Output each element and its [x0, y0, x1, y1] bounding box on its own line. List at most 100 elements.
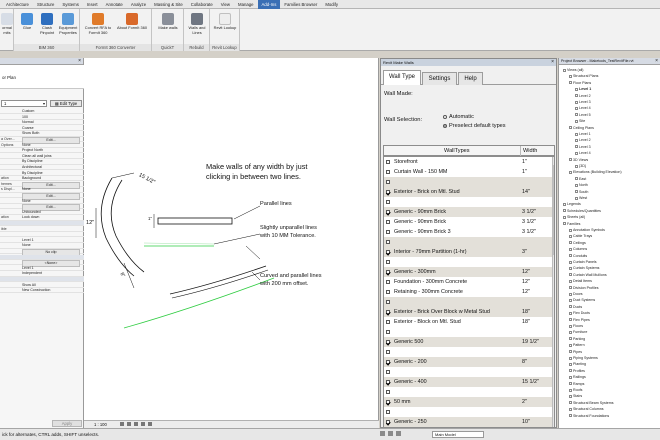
walltype-checkbox[interactable] — [386, 190, 390, 194]
walltype-checkbox[interactable] — [386, 220, 390, 224]
walltype-checkbox[interactable] — [386, 310, 390, 314]
edit-type-button[interactable]: ▦ Edit Type — [50, 100, 82, 107]
column-header-width[interactable]: Width — [523, 146, 537, 156]
property-value[interactable]: Show All — [22, 283, 82, 288]
walltype-row[interactable] — [384, 197, 554, 207]
browser-node[interactable]: Level 1 — [575, 87, 591, 91]
browser-node[interactable]: Conduits — [569, 254, 587, 258]
tree-toggle-icon[interactable] — [569, 337, 572, 341]
property-value[interactable]: Project North — [22, 148, 82, 153]
browser-node[interactable]: West — [575, 196, 587, 200]
walltype-row[interactable] — [384, 367, 554, 377]
walltype-checkbox[interactable] — [386, 260, 390, 264]
tree-toggle-icon[interactable] — [575, 151, 578, 155]
walls-and-lines-button[interactable]: Walls and Lines — [186, 11, 208, 42]
browser-node[interactable]: Site — [575, 119, 585, 123]
tree-toggle-icon[interactable] — [569, 414, 572, 418]
tree-toggle-icon[interactable] — [569, 170, 572, 174]
ribbon-button-partial[interactable]: ormal mits — [0, 11, 14, 42]
property-value[interactable]: Show Both — [22, 131, 82, 136]
ribbon-tab[interactable]: Structure — [33, 0, 58, 9]
walltype-checkbox[interactable] — [386, 370, 390, 374]
browser-node[interactable]: Annotation Symbols — [569, 228, 605, 232]
tree-toggle-icon[interactable] — [575, 190, 578, 194]
browser-node[interactable]: Doors — [569, 292, 583, 296]
close-icon[interactable]: × — [78, 58, 81, 65]
tree-toggle-icon[interactable] — [563, 68, 566, 72]
browser-node[interactable]: Level 4 — [575, 151, 591, 155]
browser-node[interactable]: Detail Items — [569, 279, 592, 283]
walltype-row[interactable]: Exterior - Brick on Mtl. Stud 14" — [384, 187, 554, 197]
browser-node[interactable]: Duct Systems — [569, 298, 595, 302]
browser-node[interactable]: Cable Trays — [569, 234, 592, 238]
radio-preselect[interactable]: Preselect default types — [443, 123, 506, 129]
ribbon-tab[interactable]: Architecture — [2, 0, 33, 9]
walltype-checkbox[interactable] — [386, 240, 390, 244]
property-value[interactable]: By Discipline — [22, 171, 82, 176]
filter-icon[interactable] — [396, 431, 401, 436]
browser-node[interactable]: Roofs — [569, 388, 582, 392]
property-value[interactable]: Level 1 — [22, 238, 82, 243]
convert-rfa-button[interactable]: Convert RFA to FormIt 360 — [83, 11, 113, 42]
ribbon-tab[interactable]: Massing & Site — [150, 0, 187, 9]
ribbon-tab[interactable]: Add-Ins — [257, 0, 281, 9]
tree-toggle-icon[interactable] — [569, 241, 572, 245]
tree-toggle-icon[interactable] — [575, 113, 578, 117]
walltype-checkbox[interactable] — [386, 300, 390, 304]
tree-toggle-icon[interactable] — [569, 266, 572, 270]
tree-toggle-icon[interactable] — [575, 119, 578, 123]
walltype-row[interactable]: Generic - 400 15 1/2" — [384, 377, 554, 387]
walltype-row[interactable]: 50 mm 2" — [384, 397, 554, 407]
property-value[interactable]: Look down — [22, 215, 82, 220]
tree-toggle-icon[interactable] — [569, 375, 572, 379]
tree-toggle-icon[interactable] — [575, 138, 578, 142]
revit-lookup-button[interactable]: Revit Lookup — [213, 11, 237, 42]
browser-node[interactable]: Columns — [569, 247, 587, 251]
walltype-checkbox[interactable] — [386, 410, 390, 414]
browser-node[interactable]: Ramps — [569, 382, 584, 386]
walltype-row[interactable]: Retaining - 300mm Concrete 12" — [384, 287, 554, 297]
browser-node[interactable]: Schedules/Quantities — [563, 209, 601, 213]
tree-toggle-icon[interactable] — [569, 260, 572, 264]
tree-toggle-icon[interactable] — [569, 228, 572, 232]
tab-wall-type[interactable]: Wall Type — [383, 70, 421, 85]
browser-node[interactable]: Level 1 — [575, 132, 591, 136]
browser-node[interactable]: Families — [563, 222, 580, 226]
sun-path-icon[interactable] — [134, 422, 138, 426]
browser-node[interactable]: {3D} — [575, 164, 586, 168]
browser-node[interactable]: Structural Beam Systems — [569, 401, 614, 405]
browser-node[interactable]: Ducts — [569, 305, 582, 309]
walltype-row[interactable]: Exterior - Brick Over Block w Metal Stud… — [384, 307, 554, 317]
walltype-row[interactable]: Curtain Wall - 150 MM 1" — [384, 167, 554, 177]
drawing-canvas[interactable]: Make walls of any width by just clicking… — [84, 58, 379, 420]
tree-toggle-icon[interactable] — [569, 369, 572, 373]
detail-level-icon[interactable] — [120, 422, 124, 426]
ribbon-tab[interactable]: Families Browser — [280, 0, 321, 9]
property-value[interactable]: Unbounded — [22, 210, 82, 215]
close-icon[interactable]: × — [655, 58, 658, 65]
tree-toggle-icon[interactable] — [569, 356, 572, 360]
tree-toggle-icon[interactable] — [569, 74, 572, 78]
tree-toggle-icon[interactable] — [563, 215, 566, 219]
tree-toggle-icon[interactable] — [569, 311, 572, 315]
scrollbar-thumb[interactable] — [553, 165, 554, 255]
tree-toggle-icon[interactable] — [575, 132, 578, 136]
tree-toggle-icon[interactable] — [569, 81, 572, 85]
walltype-row[interactable]: Generic - 300mm 12" — [384, 267, 554, 277]
tree-toggle-icon[interactable] — [575, 164, 578, 168]
scale-label[interactable]: 1 : 100 — [94, 422, 107, 427]
design-options-icon[interactable] — [388, 431, 393, 436]
tree-toggle-icon[interactable] — [569, 324, 572, 328]
tree-toggle-icon[interactable] — [569, 279, 572, 283]
walltype-row[interactable]: Generic - 250 10" — [384, 417, 554, 427]
browser-node[interactable]: Curtain Panels — [569, 260, 597, 264]
worksets-icon[interactable] — [380, 431, 385, 436]
tree-toggle-icon[interactable] — [575, 177, 578, 181]
apply-button[interactable]: Apply — [52, 420, 82, 427]
tree-toggle-icon[interactable] — [569, 247, 572, 251]
browser-node[interactable]: Pipes — [569, 350, 582, 354]
walltype-checkbox[interactable] — [386, 350, 390, 354]
walltype-row[interactable] — [384, 407, 554, 417]
tree-toggle-icon[interactable] — [569, 330, 572, 334]
walltype-row[interactable] — [384, 177, 554, 187]
